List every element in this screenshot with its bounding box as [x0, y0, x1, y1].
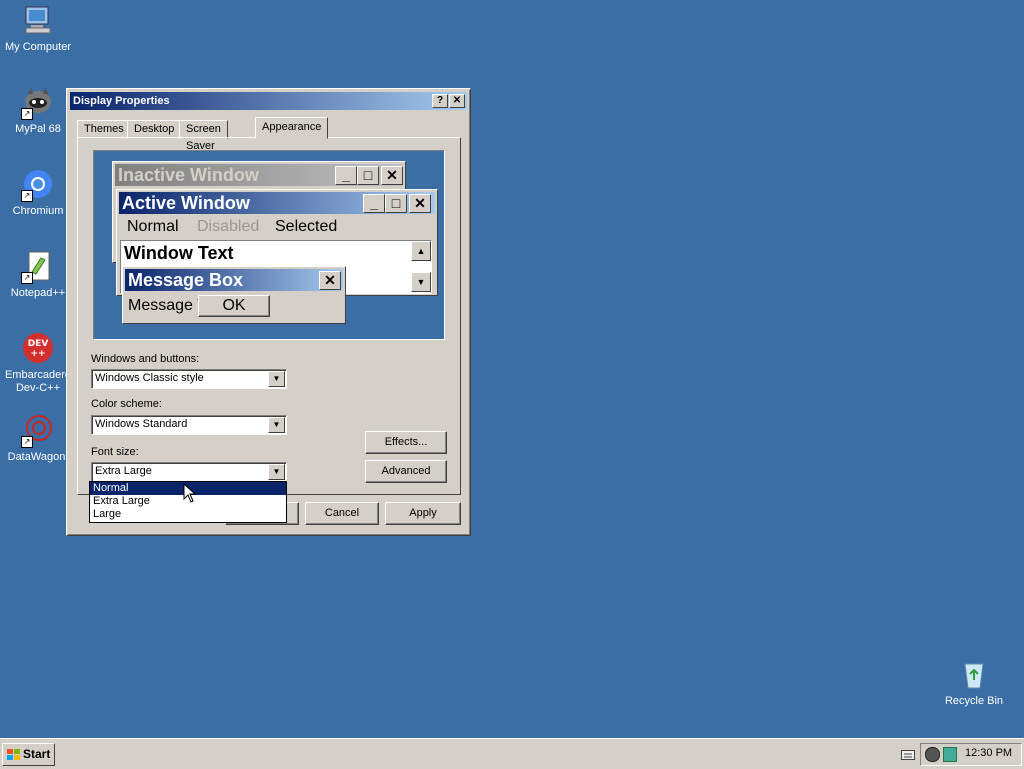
- keyboard-icon[interactable]: [901, 749, 915, 761]
- desktop-icon-devcpp[interactable]: DEV ++ Embarcadero Dev-C++: [0, 332, 76, 395]
- desktop-icon-label: DataWagon.: [7, 451, 69, 463]
- close-button[interactable]: ✕: [449, 94, 465, 108]
- svg-text:DEV: DEV: [28, 339, 49, 349]
- preview-menu-selected: Selected: [275, 218, 338, 235]
- desktop-icon-label: MyPal 68: [15, 123, 61, 135]
- font-size-select[interactable]: Extra Large ▼: [91, 462, 287, 482]
- apply-button[interactable]: Apply: [385, 502, 461, 525]
- color-scheme-label: Color scheme:: [91, 398, 162, 410]
- svg-text:++: ++: [30, 349, 45, 359]
- shortcut-arrow-icon: ↗: [21, 436, 33, 448]
- computer-icon: [21, 4, 55, 38]
- recycle-bin-icon: [957, 658, 991, 692]
- scroll-down-icon: ▼: [411, 272, 431, 292]
- clock[interactable]: 12:30 PM: [965, 747, 1012, 759]
- scroll-up-icon: ▲: [411, 241, 431, 261]
- windows-buttons-label: Windows and buttons:: [91, 353, 200, 365]
- close-icon: ✕: [381, 166, 403, 185]
- preview-menu-normal: Normal: [127, 218, 179, 235]
- minimize-icon: _: [363, 194, 385, 213]
- desktop-icon-mypal[interactable]: ↗ MyPal 68: [0, 86, 76, 136]
- desktop-icon-label: Chromium: [12, 205, 64, 217]
- effects-button[interactable]: Effects...: [365, 431, 447, 454]
- notepad-icon: ↗: [21, 250, 55, 284]
- windows-logo-icon: [7, 749, 20, 760]
- volume-icon[interactable]: [925, 747, 940, 762]
- desktop-icon-label: My Computer: [4, 41, 72, 53]
- dialog-title: Display Properties: [73, 95, 170, 107]
- cancel-button[interactable]: Cancel: [305, 502, 379, 525]
- desktop-icon-recycle-bin[interactable]: Recycle Bin: [936, 658, 1012, 708]
- color-scheme-select[interactable]: Windows Standard ▼: [91, 415, 287, 435]
- system-tray: 12:30 PM: [920, 743, 1022, 766]
- mouse-cursor-icon: [183, 483, 197, 503]
- minimize-icon: _: [335, 166, 357, 185]
- mypal-icon: ↗: [21, 86, 55, 120]
- preview-window-text: Window Text: [124, 243, 234, 263]
- chromium-icon: ↗: [21, 168, 55, 202]
- close-icon: ✕: [409, 194, 431, 213]
- help-button[interactable]: ?: [432, 94, 448, 108]
- desktop-icon-chromium[interactable]: ↗ Chromium: [0, 168, 76, 218]
- desktop-icon-my-computer[interactable]: My Computer: [0, 4, 76, 54]
- chevron-down-icon[interactable]: ▼: [268, 417, 285, 433]
- font-size-value: Extra Large: [95, 465, 152, 477]
- start-button[interactable]: Start: [2, 743, 55, 766]
- start-label: Start: [23, 747, 51, 761]
- dialog-titlebar[interactable]: Display Properties ? ✕: [70, 92, 467, 110]
- windows-buttons-select[interactable]: Windows Classic style ▼: [91, 369, 287, 389]
- network-icon[interactable]: [943, 747, 957, 762]
- maximize-icon: □: [357, 166, 379, 185]
- windows-buttons-value: Windows Classic style: [95, 372, 204, 384]
- desktop-icon-label: Notepad++: [10, 287, 66, 299]
- font-size-label: Font size:: [91, 446, 139, 458]
- chevron-down-icon[interactable]: ▼: [268, 464, 285, 480]
- display-properties-dialog: Display Properties ? ✕ Themes Desktop Sc…: [66, 88, 471, 536]
- font-size-option-large[interactable]: Large: [90, 508, 286, 521]
- maximize-icon: □: [385, 194, 407, 213]
- desktop-icon-label: Recycle Bin: [944, 695, 1004, 707]
- close-icon: ✕: [319, 271, 341, 290]
- shortcut-arrow-icon: ↗: [21, 190, 33, 202]
- appearance-preview: Inactive Window _ □ ✕ Active Window _ □ …: [93, 150, 445, 340]
- taskbar: Start 12:30 PM: [0, 738, 1024, 769]
- preview-menu-disabled: Disabled: [197, 218, 260, 235]
- shortcut-arrow-icon: ↗: [21, 272, 33, 284]
- devcpp-icon: DEV ++: [21, 332, 55, 366]
- desktop-icon-notepadpp[interactable]: ↗ Notepad++: [0, 250, 76, 300]
- desktop-icon-label: Embarcadero Dev-C++: [4, 369, 72, 394]
- datawagon-icon: ↗: [21, 414, 55, 448]
- chevron-down-icon[interactable]: ▼: [268, 371, 285, 387]
- preview-msgbox-title: Message Box: [125, 269, 343, 291]
- desktop-icon-datawagon[interactable]: ↗ DataWagon.: [0, 414, 76, 464]
- preview-message-box: Message Box ✕ Message T OK: [122, 266, 346, 324]
- shortcut-arrow-icon: ↗: [21, 108, 33, 120]
- color-scheme-value: Windows Standard: [95, 418, 188, 430]
- tab-appearance[interactable]: Appearance: [255, 117, 329, 139]
- advanced-button[interactable]: Advanced: [365, 460, 447, 483]
- preview-ok-button: OK: [198, 295, 270, 317]
- preview-msgbox-text: Message T: [128, 297, 207, 314]
